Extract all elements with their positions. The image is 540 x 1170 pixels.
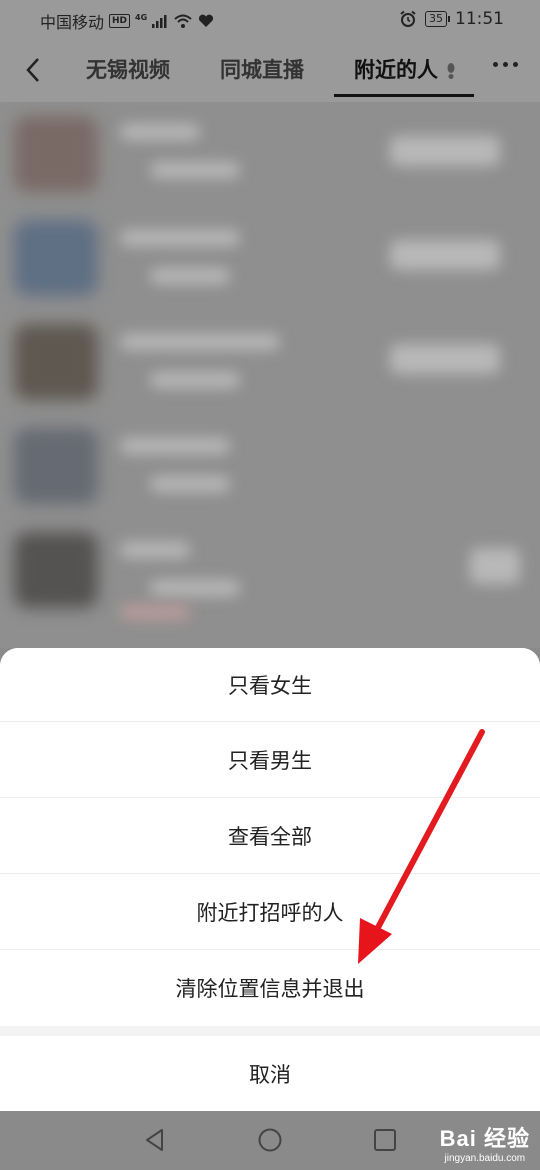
tab-local-video[interactable]: 无锡视频 [86, 54, 170, 84]
list-item[interactable] [0, 414, 540, 518]
back-button[interactable] [18, 54, 48, 86]
watermark-brand: Bai 经验 [439, 1126, 530, 1151]
avatar [14, 220, 98, 296]
chevron-left-icon [26, 58, 39, 82]
hd-badge: HD [109, 14, 131, 28]
clock: 11:51 [455, 9, 504, 29]
wifi-icon [174, 14, 192, 28]
blurred-subtitle [150, 162, 240, 178]
option-female-only[interactable]: 只看女生 [0, 648, 540, 722]
more-dot-icon [513, 62, 518, 67]
battery-indicator: 35 [425, 11, 450, 27]
back-triangle-icon[interactable] [142, 1127, 168, 1153]
carrier-label: 中国移动 [40, 13, 105, 32]
blurred-action [390, 136, 500, 166]
top-nav: 无锡视频 同城直播 附近的人 [0, 38, 540, 102]
alarm-icon [400, 10, 416, 27]
cancel-button[interactable]: 取消 [0, 1036, 540, 1111]
blurred-subtitle [150, 372, 240, 388]
system-nav-bar: Bai 经验 jingyan.baidu.com [0, 1111, 540, 1170]
avatar [14, 532, 98, 608]
avatar [14, 116, 98, 192]
more-dot-icon [503, 62, 508, 67]
blurred-name [120, 604, 190, 620]
blurred-name [120, 542, 190, 558]
option-clear-location-exit[interactable]: 清除位置信息并退出 [0, 950, 540, 1026]
signal-icon [152, 15, 167, 28]
tab-city-live[interactable]: 同城直播 [220, 54, 304, 84]
blurred-name [120, 334, 280, 350]
status-right: 35 11:51 [399, 9, 504, 29]
home-circle-icon[interactable] [257, 1127, 283, 1153]
blurred-name [120, 124, 200, 140]
list-item[interactable] [0, 602, 540, 648]
status-bar: 中国移动 HD 4G 35 11:51 [0, 0, 540, 38]
action-sheet: 只看女生 只看男生 查看全部 附近打招呼的人 清除位置信息并退出 取消 [0, 648, 540, 1111]
status-left: 中国移动 HD 4G [40, 9, 214, 33]
avatar [14, 324, 98, 400]
blurred-name [120, 438, 230, 454]
tab-nearby-people[interactable]: 附近的人 [354, 54, 457, 84]
more-button[interactable] [493, 62, 518, 67]
option-view-all[interactable]: 查看全部 [0, 798, 540, 874]
tab-nearby-people-label: 附近的人 [354, 58, 438, 82]
footprint-icon [447, 63, 455, 79]
more-dot-icon [493, 62, 498, 67]
watermark-url: jingyan.baidu.com [444, 1153, 526, 1164]
blurred-action [390, 344, 500, 374]
blurred-subtitle [150, 580, 240, 596]
blurred-action [470, 548, 520, 584]
heart-health-icon [199, 14, 214, 27]
active-tab-indicator [334, 94, 474, 97]
blurred-subtitle [150, 476, 230, 492]
option-male-only[interactable]: 只看男生 [0, 722, 540, 798]
blurred-subtitle [150, 268, 230, 284]
nearby-people-list [0, 102, 540, 648]
baidu-watermark: Bai 经验 jingyan.baidu.com [440, 1121, 530, 1164]
option-nearby-greetings[interactable]: 附近打招呼的人 [0, 874, 540, 950]
network-type: 4G [135, 12, 148, 22]
list-item[interactable] [0, 206, 540, 310]
list-item[interactable] [0, 310, 540, 414]
blurred-name [120, 230, 240, 246]
blurred-action [390, 240, 500, 270]
list-item[interactable] [0, 102, 540, 206]
avatar [14, 428, 98, 504]
recents-square-icon[interactable] [372, 1127, 398, 1153]
